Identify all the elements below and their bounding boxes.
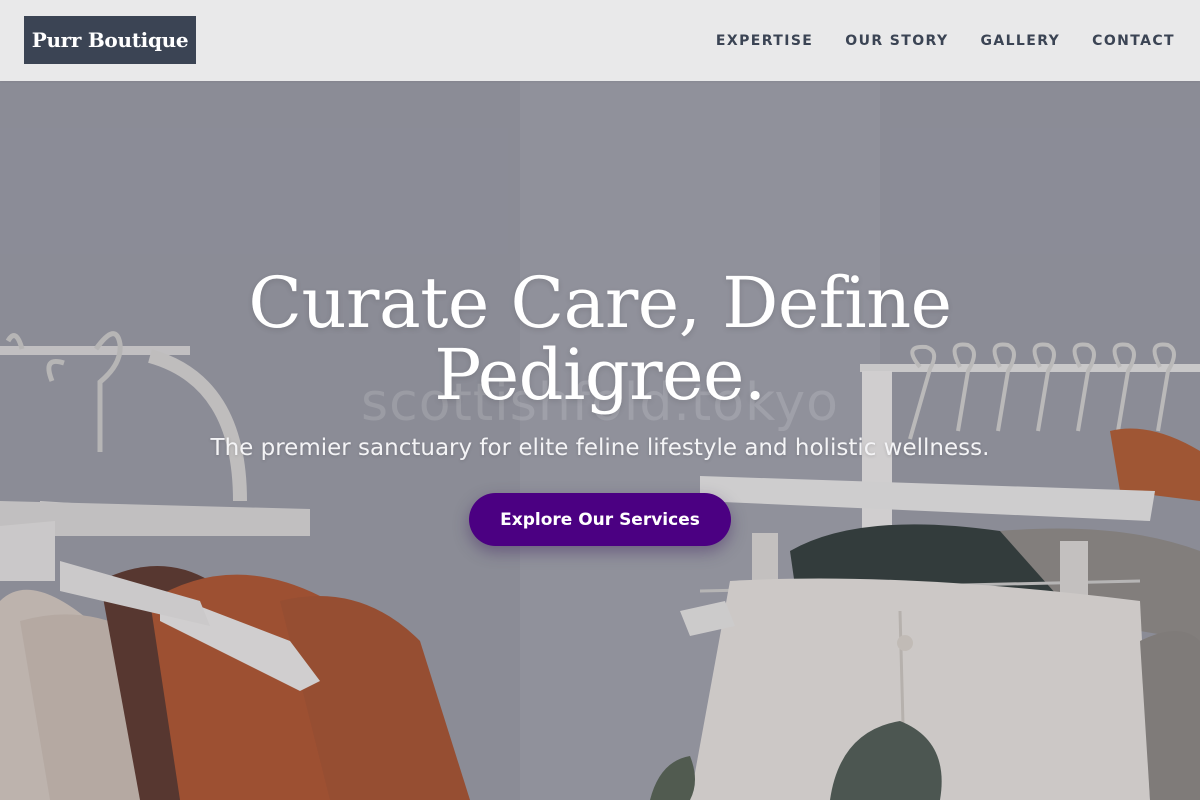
hero-title: Curate Care, Define Pedigree. <box>248 262 952 416</box>
main-nav: EXPERTISE OUR STORY GALLERY CONTACT <box>716 0 1175 81</box>
site-header: Purr Boutique EXPERTISE OUR STORY GALLER… <box>0 0 1200 81</box>
nav-link-contact[interactable]: CONTACT <box>1092 33 1175 49</box>
nav-link-expertise[interactable]: EXPERTISE <box>716 33 813 49</box>
nav-link-gallery[interactable]: GALLERY <box>980 33 1060 49</box>
nav-link-our-story[interactable]: OUR STORY <box>845 33 948 49</box>
brand-logo[interactable]: Purr Boutique <box>24 16 196 64</box>
hero-subtitle: The premier sanctuary for elite feline l… <box>210 435 990 461</box>
explore-services-button[interactable]: Explore Our Services <box>469 493 731 546</box>
hero-section: scottishfold.tokyo Curate Care, Define P… <box>0 81 1200 800</box>
